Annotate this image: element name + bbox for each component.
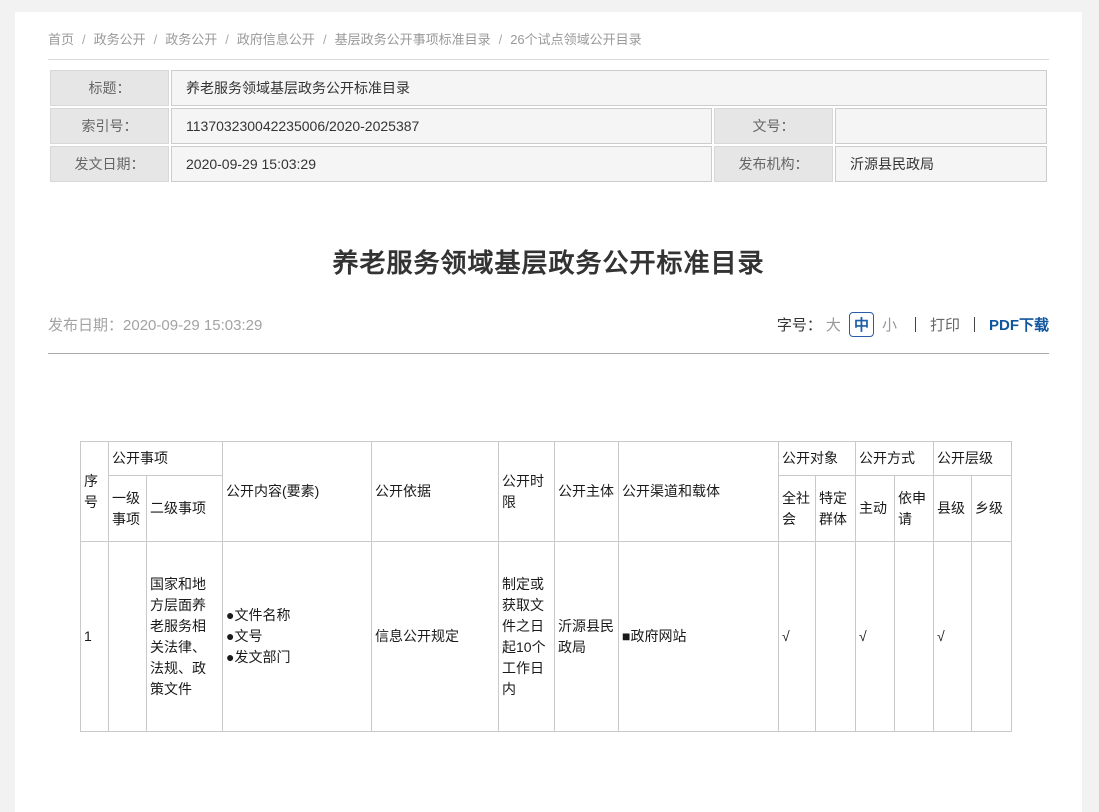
breadcrumb-separator: / [499, 32, 503, 47]
publish-date: 发布日期：2020-09-29 15:03:29 [48, 314, 262, 335]
cell-county: √ [934, 542, 972, 732]
table-row: 1 国家和地方层面养老服务相关法律、法规、政策文件 ●文件名称 ●文号 ●发文部… [81, 542, 1012, 732]
meta-label-date: 发文日期： [50, 146, 169, 182]
header-level1: 一级事项 [109, 476, 147, 542]
header-matters: 公开事项 [109, 442, 223, 476]
publish-date-label: 发布日期： [48, 317, 123, 334]
publish-date-value: 2020-09-29 15:03:29 [123, 317, 262, 334]
header-specific-group: 特定群体 [816, 476, 856, 542]
separator [974, 317, 975, 332]
header-level: 公开层级 [934, 442, 1012, 476]
font-size-small-button[interactable]: 小 [882, 314, 897, 335]
content-item: ●文件名称 [226, 605, 368, 626]
header-county: 县级 [934, 476, 972, 542]
font-size-large-button[interactable]: 大 [826, 314, 841, 335]
header-on-request: 依申请 [895, 476, 934, 542]
cell-time-limit: 制定或获取文件之日起10个工作日内 [499, 542, 555, 732]
meta-value-date: 2020-09-29 15:03:29 [171, 146, 712, 182]
cell-level1 [109, 542, 147, 732]
cell-content: ●文件名称 ●文号 ●发文部门 [223, 542, 372, 732]
font-size-medium-button[interactable]: 中 [849, 312, 874, 337]
breadcrumb-link-standard-catalog[interactable]: 基层政务公开事项标准目录 [335, 32, 491, 47]
content-divider [48, 353, 1049, 354]
breadcrumb-separator: / [225, 32, 229, 47]
article-tools: 字号： 大 中 小 打印 PDF下载 [777, 312, 1049, 337]
meta-label-index: 索引号： [50, 108, 169, 144]
pdf-download-button[interactable]: PDF下载 [989, 314, 1049, 335]
breadcrumb-link-pilot-catalog[interactable]: 26个试点领域公开目录 [510, 32, 641, 47]
meta-label-title: 标题： [50, 70, 169, 106]
cell-subject: 沂源县民政局 [555, 542, 619, 732]
cell-level2: 国家和地方层面养老服务相关法律、法规、政策文件 [147, 542, 223, 732]
breadcrumb-divider [48, 59, 1049, 60]
font-size-label: 字号： [777, 314, 822, 335]
breadcrumb-link-zhengwu-2[interactable]: 政务公开 [165, 32, 217, 47]
cell-all-society: √ [779, 542, 816, 732]
header-township: 乡级 [972, 476, 1012, 542]
breadcrumb-separator: / [154, 32, 158, 47]
header-method: 公开方式 [856, 442, 934, 476]
breadcrumb-link-gov-info[interactable]: 政府信息公开 [237, 32, 315, 47]
content-item: ●发文部门 [226, 647, 368, 668]
breadcrumb-link-zhengwu-1[interactable]: 政务公开 [94, 32, 146, 47]
breadcrumb: 首页 / 政务公开 / 政务公开 / 政府信息公开 / 基层政务公开事项标准目录 / 26个试点领域… [48, 32, 1049, 48]
header-audience: 公开对象 [779, 442, 856, 476]
header-content: 公开内容(要素) [223, 442, 372, 542]
cell-seq: 1 [81, 542, 109, 732]
cell-township [972, 542, 1012, 732]
meta-label-org: 发布机构： [714, 146, 833, 182]
cell-proactive: √ [856, 542, 895, 732]
meta-value-docnum [835, 108, 1047, 144]
article-meta-line: 发布日期：2020-09-29 15:03:29 字号： 大 中 小 打印 PD… [48, 310, 1049, 338]
cell-on-request [895, 542, 934, 732]
cell-basis: 信息公开规定 [372, 542, 499, 732]
cell-channel: ■政府网站 [619, 542, 779, 732]
header-all-society: 全社会 [779, 476, 816, 542]
breadcrumb-separator: / [323, 32, 327, 47]
meta-value-org: 沂源县民政局 [835, 146, 1047, 182]
header-level2: 二级事项 [147, 476, 223, 542]
document-meta-table: 标题： 养老服务领域基层政务公开标准目录 索引号： 11370323004223… [48, 68, 1049, 184]
content-panel: 首页 / 政务公开 / 政务公开 / 政府信息公开 / 基层政务公开事项标准目录 / 26个试点领域… [15, 12, 1082, 812]
meta-value-title: 养老服务领域基层政务公开标准目录 [171, 70, 1047, 106]
header-channel: 公开渠道和载体 [619, 442, 779, 542]
content-item: ●文号 [226, 626, 368, 647]
cell-specific-group [816, 542, 856, 732]
page-title: 养老服务领域基层政务公开标准目录 [48, 246, 1049, 280]
header-basis: 公开依据 [372, 442, 499, 542]
print-button[interactable]: 打印 [930, 314, 960, 335]
header-proactive: 主动 [856, 476, 895, 542]
breadcrumb-separator: / [82, 32, 86, 47]
header-subject: 公开主体 [555, 442, 619, 542]
breadcrumb-link-home[interactable]: 首页 [48, 32, 74, 47]
meta-value-index: 113703230042235006/2020-2025387 [171, 108, 712, 144]
header-seq: 序号 [81, 442, 109, 542]
catalog-table: 序号 公开事项 公开内容(要素) 公开依据 公开时限 公开主体 公开渠道和载体 … [80, 441, 1012, 732]
meta-label-docnum: 文号： [714, 108, 833, 144]
separator [915, 317, 916, 332]
header-time-limit: 公开时限 [499, 442, 555, 542]
